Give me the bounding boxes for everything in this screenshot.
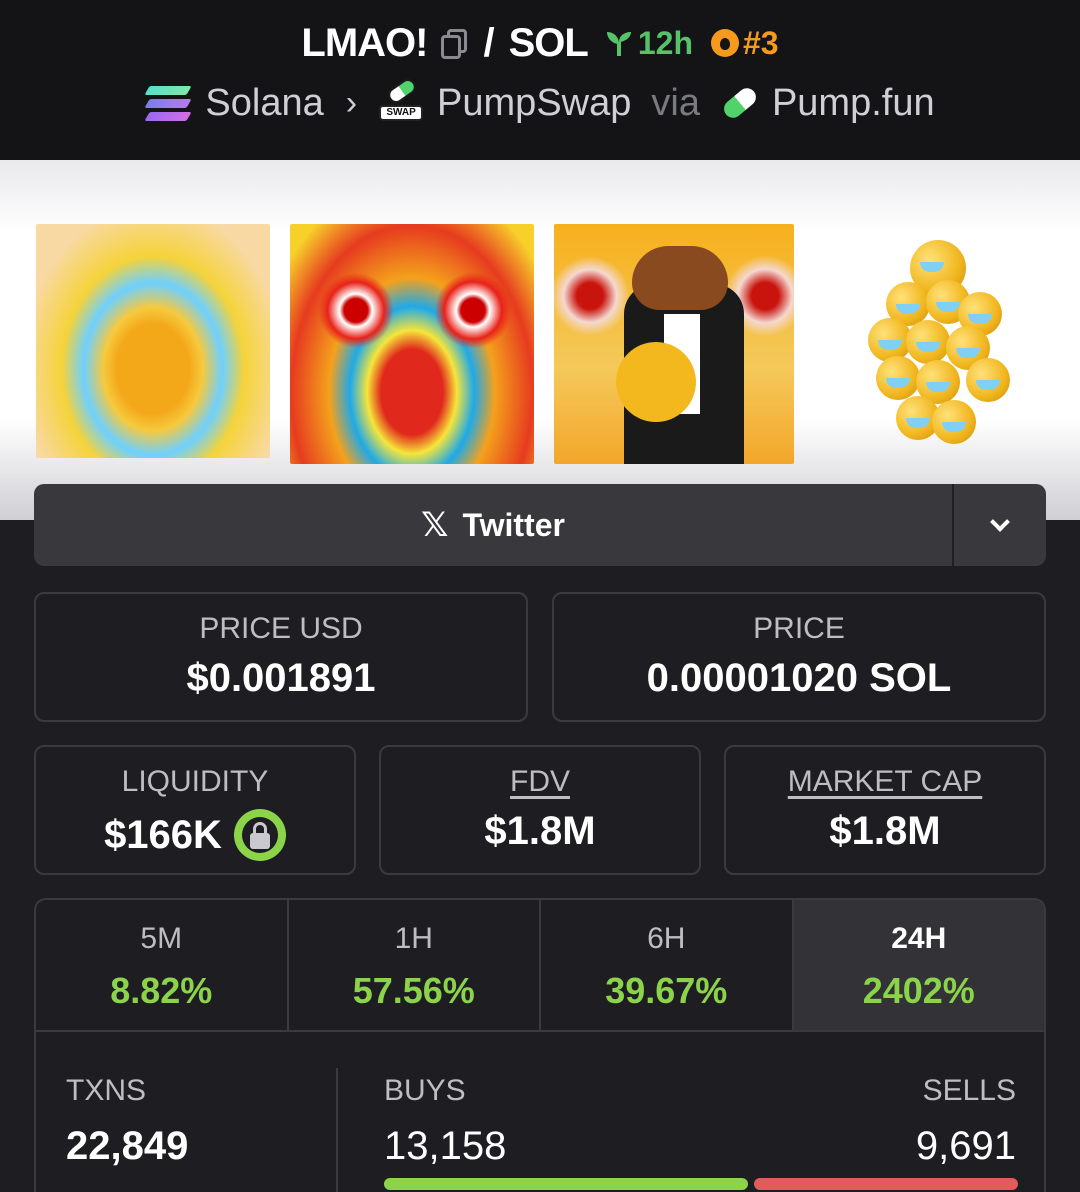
price-change: 57.56% [352, 970, 475, 1011]
market-cap-card: MARKET CAP $1.8M [724, 745, 1046, 875]
tab-label: 1H [394, 922, 433, 955]
token-banner [0, 160, 1080, 520]
copy-icon[interactable] [439, 27, 469, 59]
price-native-label: PRICE [753, 612, 845, 645]
price-native-value: 0.00001020 SOL [646, 656, 952, 700]
chevron-right-icon: › [345, 83, 358, 122]
chevron-down-icon [990, 512, 1010, 532]
twitter-label: Twitter [462, 506, 565, 543]
sprout-icon [606, 32, 631, 56]
pair-separator: / [483, 20, 495, 65]
timeframe-stats: 5M 8.82% 1H 57.56% 6H 39.67% 24H 2402% T… [34, 898, 1046, 1192]
x-logo-icon: 𝕏 [421, 506, 449, 544]
twitter-button[interactable]: 𝕏 Twitter [34, 484, 952, 566]
tab-1h[interactable]: 1H 57.56% [289, 900, 541, 1030]
via-label: via [651, 81, 700, 124]
fdv-card: FDV $1.8M [379, 745, 701, 875]
tab-6h[interactable]: 6H 39.67% [541, 900, 794, 1030]
fdv-label[interactable]: FDV [381, 765, 699, 799]
price-usd-card: PRICE USD $0.001891 [34, 592, 528, 722]
trending-rank-badge[interactable]: #3 [710, 24, 779, 62]
quote-symbol: SOL [508, 20, 589, 65]
chain-link[interactable]: Solana [205, 82, 323, 125]
chain-breadcrumb: Solana › SWAP PumpSwap via Pump.fun [0, 75, 1080, 128]
buys-ratio-bar [384, 1178, 748, 1190]
banner-image-frog [554, 224, 794, 464]
liquidity-label: LIQUIDITY [121, 765, 269, 798]
pair-header: LMAO! / SOL 12h #3 Solana › SWAP PumpSwa… [0, 0, 1080, 160]
liquidity-value-row: $166K [36, 809, 354, 861]
tab-24h[interactable]: 24H 2402% [793, 900, 1044, 1030]
trending-rank: #3 [742, 24, 779, 61]
fdv-value: $1.8M [484, 809, 596, 853]
lock-icon[interactable] [233, 809, 286, 861]
banner-image-deepfried-laugh [290, 224, 534, 464]
liquidity-card: LIQUIDITY $166K [34, 745, 356, 875]
price-change: 39.67% [605, 970, 728, 1011]
price-change: 8.82% [110, 970, 213, 1011]
timeframe-tabs: 5M 8.82% 1H 57.56% 6H 39.67% 24H 2402% [36, 900, 1044, 1032]
market-cap-value: $1.8M [829, 809, 941, 853]
price-change: 2402% [862, 970, 975, 1011]
tab-5m[interactable]: 5M 8.82% [36, 900, 289, 1030]
buys-label: BUYS [384, 1074, 466, 1107]
divider [336, 1068, 338, 1192]
launchpad-link[interactable]: Pump.fun [772, 82, 935, 125]
tab-label: 24H [891, 922, 947, 955]
banner-image-crying-laugh [36, 224, 270, 458]
sells-ratio-bar [754, 1178, 1018, 1190]
pair-age: 12h [637, 24, 693, 61]
socials-dropdown-button[interactable] [954, 484, 1046, 566]
txns-value: 22,849 [66, 1124, 189, 1168]
price-usd-label: PRICE USD [199, 612, 363, 645]
dex-link[interactable]: PumpSwap [437, 82, 631, 125]
tab-label: 6H [647, 922, 686, 955]
pumpswap-logo-icon: SWAP [379, 75, 424, 125]
solana-logo-icon [144, 83, 192, 123]
token-symbol: LMAO! [301, 20, 428, 65]
tab-label: 5M [140, 922, 183, 955]
pumpfun-logo-icon [720, 84, 760, 122]
banner-image-emoji-stack [866, 240, 1012, 450]
pair-title-row: LMAO! / SOL 12h #3 [0, 18, 1080, 68]
liquidity-value: $166K [104, 812, 222, 857]
price-native-card: PRICE 0.00001020 SOL [552, 592, 1046, 722]
sells-label: SELLS [922, 1074, 1016, 1107]
price-usd-value: $0.001891 [186, 656, 376, 700]
flame-icon [710, 29, 739, 57]
txns-label: TXNS [66, 1074, 147, 1107]
market-cap-label[interactable]: MARKET CAP [726, 765, 1044, 799]
social-links-bar: 𝕏 Twitter [34, 484, 1046, 566]
buys-value: 13,158 [384, 1124, 507, 1168]
pair-age-badge: 12h [604, 25, 693, 62]
sells-value: 9,691 [915, 1124, 1016, 1168]
